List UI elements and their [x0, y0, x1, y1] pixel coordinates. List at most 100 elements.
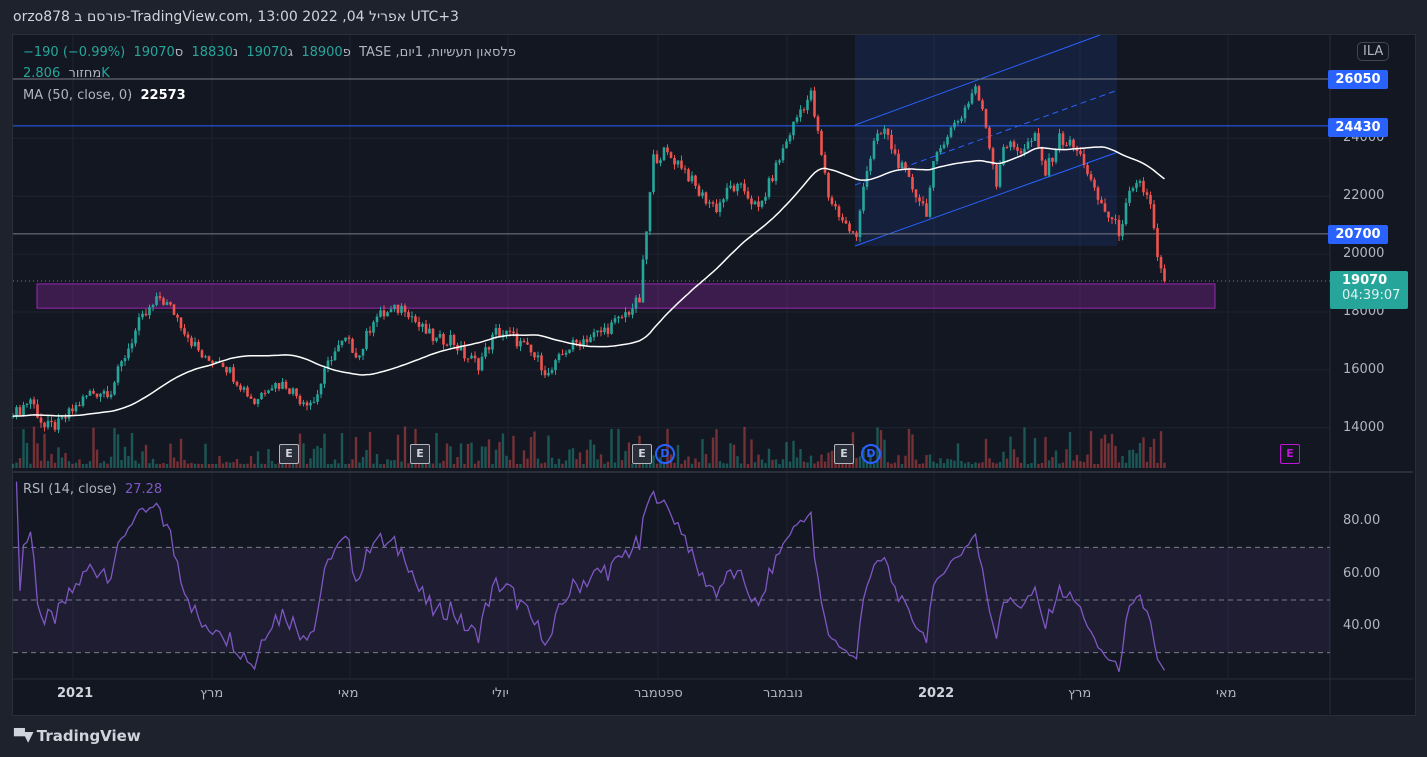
- candle-body: [491, 334, 494, 350]
- volume-bar: [491, 463, 494, 468]
- candle-body: [421, 323, 424, 327]
- volume-bar: [344, 463, 347, 468]
- candle-body: [659, 160, 662, 164]
- candle-body: [368, 330, 372, 333]
- volume-bar: [799, 449, 802, 468]
- low-value: 18830: [191, 45, 233, 60]
- candle-body: [914, 189, 918, 198]
- volume-bar: [785, 441, 788, 468]
- volume-bar: [561, 463, 564, 468]
- candle-body: [1058, 133, 1061, 150]
- candle-body: [330, 360, 333, 362]
- earnings-event-icon[interactable]: E: [410, 444, 430, 464]
- candle-body: [890, 134, 893, 150]
- candle-body: [1121, 224, 1124, 237]
- volume-bar: [792, 440, 795, 468]
- volume-bar: [683, 460, 687, 468]
- volume-bar: [459, 443, 463, 468]
- time-axis-label: 2021: [57, 686, 94, 701]
- candle-body: [340, 340, 344, 346]
- candle-body: [645, 231, 648, 260]
- volume-bar: [25, 442, 29, 468]
- rsi-axis-label: 40.00: [1343, 618, 1381, 634]
- volume-bar: [977, 463, 981, 468]
- earnings-event-icon[interactable]: E: [834, 444, 854, 464]
- volume-bar: [540, 463, 543, 468]
- legend-symbol[interactable]: פלסאון תעשיות, 1יום, TASE: [359, 45, 516, 60]
- volume-bar: [1114, 445, 1117, 468]
- candle-body: [1086, 165, 1089, 175]
- candle-body: [494, 327, 498, 335]
- dividend-event-icon[interactable]: D: [655, 444, 675, 464]
- volume-bar: [543, 462, 547, 468]
- volume-bar: [554, 463, 557, 468]
- upcoming-earnings-event-icon[interactable]: E: [1280, 444, 1300, 464]
- candle-body: [78, 405, 81, 407]
- candle-body: [841, 217, 844, 221]
- candle-body: [169, 302, 172, 305]
- volume-bar: [603, 463, 606, 468]
- tradingview-logo[interactable]: ▀▼ TradingView: [14, 727, 141, 745]
- legend-rsi[interactable]: RSI (14, close) 27.28: [23, 482, 162, 497]
- volume-bar: [795, 457, 799, 468]
- volume-bar: [855, 457, 858, 468]
- chart-canvas[interactable]: [0, 0, 1427, 757]
- volume-bar: [753, 462, 757, 468]
- channel-background: [855, 35, 1117, 246]
- volume-bar: [53, 462, 57, 468]
- volume-bar: [1033, 438, 1037, 468]
- candle-body: [113, 382, 116, 395]
- candle-body: [998, 164, 1002, 187]
- volume-bar: [953, 460, 956, 468]
- candle-body: [29, 399, 32, 404]
- volume-bar: [1023, 427, 1026, 468]
- candle-body: [375, 316, 379, 323]
- price-tag-26050: 26050: [1328, 70, 1388, 89]
- volume-bar: [1096, 463, 1100, 468]
- earnings-event-icon[interactable]: E: [632, 444, 652, 464]
- candle-body: [1040, 146, 1044, 161]
- volume-bar: [1058, 463, 1061, 468]
- currency-button[interactable]: ILA: [1357, 42, 1390, 61]
- volume-label: מחזור: [68, 66, 102, 81]
- volume-bar: [827, 452, 830, 468]
- candle-body: [372, 322, 375, 333]
- candle-body: [886, 128, 890, 135]
- volume-bar: [949, 459, 953, 468]
- volume-bar: [137, 463, 141, 468]
- legend-ma[interactable]: MA (50, close, 0) 22573: [23, 88, 186, 103]
- volume-bar: [249, 455, 253, 468]
- volume-bar: [634, 463, 638, 468]
- volume-bar: [1145, 461, 1149, 468]
- candle-body: [974, 86, 977, 94]
- candle-body: [452, 335, 456, 345]
- candle-body: [904, 162, 907, 170]
- candle-body: [480, 356, 484, 371]
- volume-bar: [820, 454, 823, 468]
- volume-bar: [1117, 462, 1121, 468]
- candle-body: [449, 335, 452, 346]
- volume-bar: [984, 438, 988, 468]
- candle-body: [1079, 150, 1082, 154]
- volume-bar: [438, 463, 442, 468]
- volume-bar: [1110, 433, 1114, 468]
- volume-bar: [582, 463, 585, 468]
- earnings-event-icon[interactable]: E: [279, 444, 299, 464]
- volume-bar: [312, 448, 316, 468]
- candle-body: [792, 121, 795, 136]
- dividend-event-icon[interactable]: D: [861, 444, 881, 464]
- candle-body: [463, 345, 466, 359]
- volume-bar: [774, 459, 778, 468]
- candle-body: [634, 297, 638, 309]
- candle-body: [109, 394, 113, 398]
- volume-bar: [148, 463, 151, 468]
- volume-bar: [1086, 454, 1089, 468]
- volume-bar: [1068, 432, 1072, 468]
- candle-body: [795, 117, 799, 122]
- volume-bar: [813, 463, 816, 468]
- volume-bar: [1054, 450, 1058, 468]
- volume-bar: [890, 463, 893, 468]
- candle-body: [554, 360, 557, 371]
- candle-body: [771, 178, 774, 181]
- candle-body: [347, 337, 351, 339]
